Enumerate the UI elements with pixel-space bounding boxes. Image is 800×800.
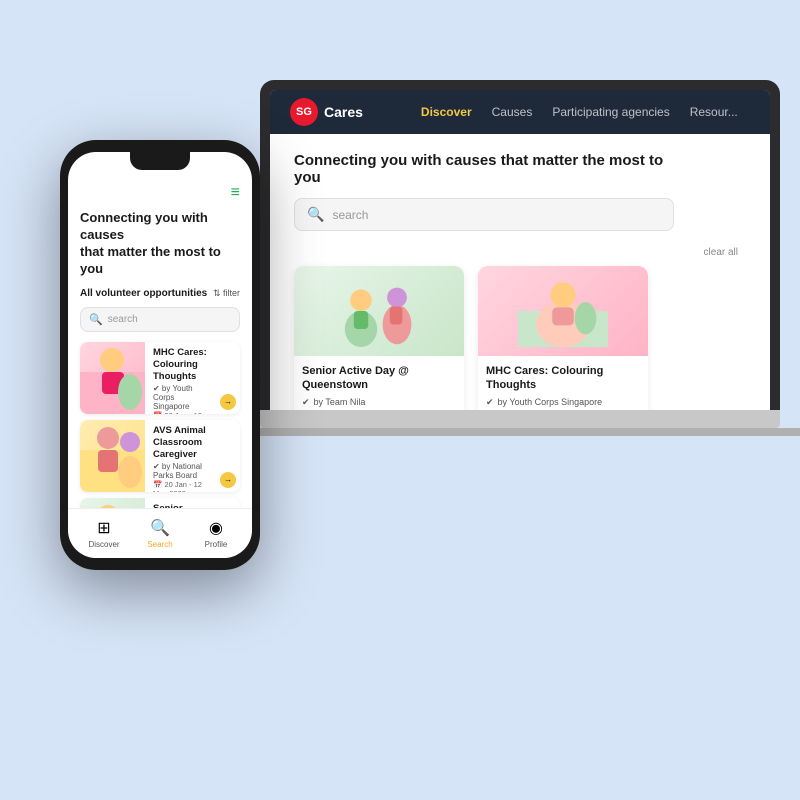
laptop-search-placeholder: search (332, 208, 368, 222)
bottom-nav-discover[interactable]: ⊞ Discover (76, 518, 132, 549)
discover-nav-label: Discover (88, 540, 119, 549)
laptop-headline: Connecting you with causes that matter t… (294, 152, 674, 186)
nav-link-agencies[interactable]: Participating agencies (552, 105, 669, 119)
phone-bottom-nav: ⊞ Discover 🔍 Search ◉ Profile (68, 508, 252, 558)
bottom-nav-profile[interactable]: ◉ Profile (188, 518, 244, 549)
brand-name: Cares (324, 104, 363, 120)
phone-top-bar: ≡ (80, 184, 240, 202)
laptop-search-bar[interactable]: 🔍 search (294, 198, 674, 231)
list-item-img-1 (80, 342, 145, 414)
card-body-2: MHC Cares: Colouring Thoughts ✔ by Youth… (478, 356, 648, 410)
clear-all[interactable]: clear all (294, 247, 738, 258)
phone-headline: Connecting you with causes that matter t… (80, 210, 240, 278)
card-title-1: Senior Active Day @ Queenstown (302, 364, 456, 393)
card-img-1 (294, 266, 464, 356)
filter-button[interactable]: ⇅ filter (213, 288, 240, 299)
phone-search-bar[interactable]: 🔍 search (80, 307, 240, 332)
phone-screen: ≡ Connecting you with causes that matter… (68, 152, 252, 558)
phone-filter-row: All volunteer opportunities ⇅ filter (80, 288, 240, 299)
laptop-logo: SG Cares (290, 98, 363, 126)
profile-nav-icon: ◉ (209, 518, 223, 538)
nav-link-causes[interactable]: Causes (492, 105, 533, 119)
laptop-screen: SG Cares Discover Causes Participating a… (270, 90, 770, 410)
phone-device: ≡ Connecting you with causes that matter… (60, 140, 260, 570)
card-title-2: MHC Cares: Colouring Thoughts (486, 364, 640, 393)
laptop-base (260, 410, 780, 428)
discover-nav-icon: ⊞ (97, 518, 110, 538)
profile-nav-label: Profile (205, 540, 228, 549)
laptop-card-2: MHC Cares: Colouring Thoughts ✔ by Youth… (478, 266, 648, 410)
hamburger-icon[interactable]: ≡ (231, 184, 240, 202)
laptop-nav-links: Discover Causes Participating agencies R… (421, 105, 738, 119)
list-item-org-1: ✔ by Youth Corps Singapore (153, 384, 208, 411)
card-org-1: ✔ by Team Nila (302, 397, 456, 408)
laptop-foot (230, 428, 800, 436)
search-icon: 🔍 (307, 206, 324, 223)
nav-link-resources[interactable]: Resour... (690, 105, 738, 119)
list-item-title-1: MHC Cares: Colouring Thoughts (153, 347, 208, 384)
list-item-arrow-2[interactable]: → (220, 472, 236, 488)
list-item-body-2: AVS Animal Classroom Caregiver ✔ by Nati… (153, 420, 212, 492)
card-body-1: Senior Active Day @ Queenstown ✔ by Team… (294, 356, 464, 410)
laptop-cards-row-1: Senior Active Day @ Queenstown ✔ by Team… (294, 266, 746, 410)
laptop-device: SG Cares Discover Causes Participating a… (260, 80, 780, 440)
card-img-2 (478, 266, 648, 356)
list-item-title-2: AVS Animal Classroom Caregiver (153, 425, 208, 462)
laptop-screen-outer: SG Cares Discover Causes Participating a… (260, 80, 780, 410)
org-icon-1: ✔ (302, 397, 310, 408)
laptop-card-1: Senior Active Day @ Queenstown ✔ by Team… (294, 266, 464, 410)
laptop-navbar: SG Cares Discover Causes Participating a… (270, 90, 770, 134)
list-item[interactable]: AVS Animal Classroom Caregiver ✔ by Nati… (80, 420, 240, 492)
list-item-img-2 (80, 420, 145, 492)
bottom-nav-search[interactable]: 🔍 Search (132, 518, 188, 549)
nav-link-discover[interactable]: Discover (421, 105, 472, 119)
phone-notch (130, 152, 190, 170)
list-item-body-1: MHC Cares: Colouring Thoughts ✔ by Youth… (153, 342, 212, 414)
list-item[interactable]: MHC Cares: Colouring Thoughts ✔ by Youth… (80, 342, 240, 414)
search-nav-icon: 🔍 (150, 518, 170, 538)
list-item-date-1: 📅 20 Jan - 12 May 2023 (153, 411, 208, 414)
phone-list: MHC Cares: Colouring Thoughts ✔ by Youth… (80, 342, 240, 514)
card-org-2: ✔ by Youth Corps Singapore (486, 397, 640, 408)
logo-sg-badge: SG (290, 98, 318, 126)
filter-label: All volunteer opportunities (80, 288, 207, 299)
laptop-content: Connecting you with causes that matter t… (270, 134, 770, 410)
phone-search-icon: 🔍 (89, 313, 103, 326)
list-item-date-2: 📅 20 Jan - 12 May 2023 (153, 480, 208, 492)
phone-content: ≡ Connecting you with causes that matter… (68, 152, 252, 514)
search-nav-label: Search (147, 540, 172, 549)
list-item-org-2: ✔ by National Parks Board (153, 462, 208, 480)
phone-search-placeholder: search (108, 314, 138, 325)
org-icon-2: ✔ (486, 397, 494, 408)
list-item-arrow-1[interactable]: → (220, 394, 236, 410)
